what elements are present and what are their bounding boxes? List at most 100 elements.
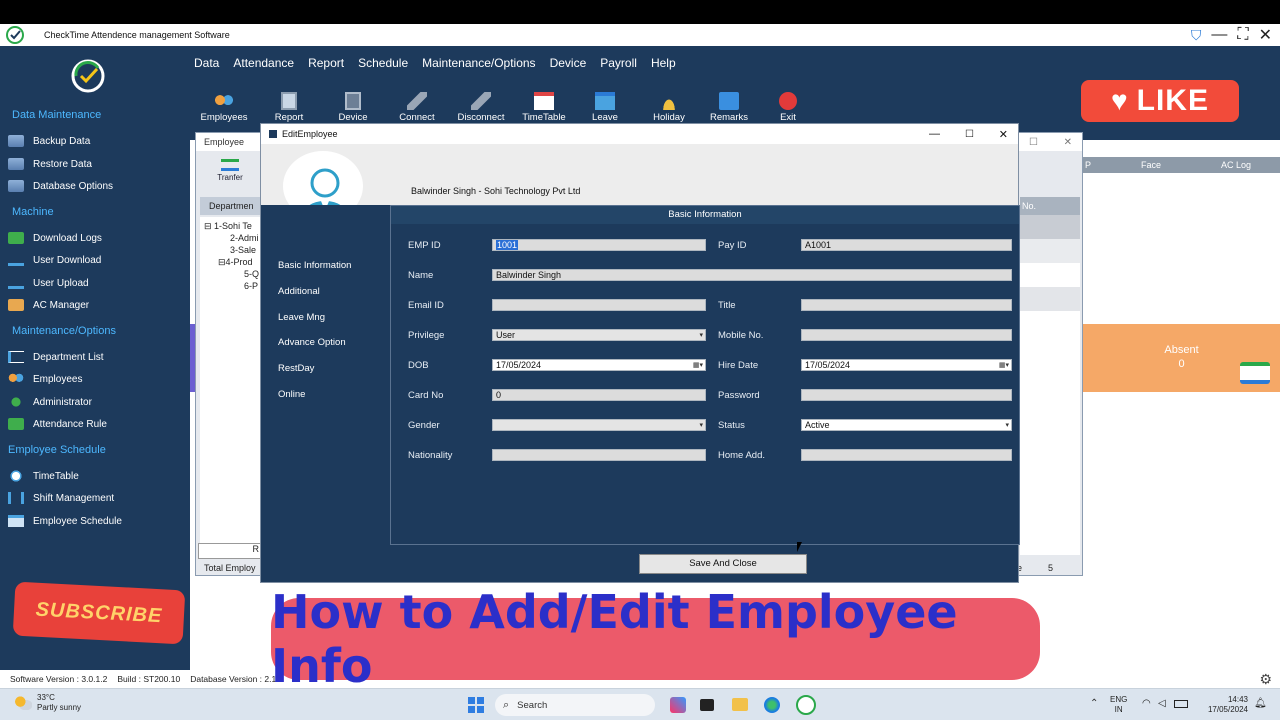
nav-advance-option[interactable]: Advance Option <box>278 337 346 348</box>
hire-date-picker[interactable]: 17/05/2024 ▦▾ <box>801 359 1012 371</box>
nav-basic-information[interactable]: Basic Information <box>278 260 351 271</box>
menu-schedule[interactable]: Schedule <box>358 56 408 70</box>
file-explorer-icon[interactable] <box>732 698 748 711</box>
tree-item[interactable]: 6-P <box>244 281 258 291</box>
nav-additional[interactable]: Additional <box>278 286 320 297</box>
employee-window-maximize-button[interactable]: ☐ <box>1029 137 1038 148</box>
menu-report[interactable]: Report <box>308 56 344 70</box>
taskbar-app-icon[interactable] <box>700 699 714 711</box>
tree-item[interactable]: 3-Sale <box>230 245 256 255</box>
mobile-field[interactable] <box>801 329 1012 341</box>
sidebar-item-attendance-rule[interactable]: Attendance Rule <box>8 415 107 433</box>
grid-row <box>1020 311 1080 335</box>
menu-device[interactable]: Device <box>550 56 587 70</box>
status-select[interactable]: Active ▾ <box>801 419 1012 431</box>
toolbar-connect-button[interactable]: Connect <box>380 92 454 126</box>
calendar-dropdown-icon[interactable]: ▦▾ <box>693 360 703 371</box>
volume-icon[interactable]: ◁ <box>1158 698 1166 709</box>
section-maintenance-options: Maintenance/Options <box>12 325 116 337</box>
sidebar-item-backup-data[interactable]: Backup Data <box>8 132 90 150</box>
toolbar-timetable-button[interactable]: TimeTable <box>508 92 580 126</box>
toolbar-report-button[interactable]: Report <box>252 92 326 126</box>
shield-icon[interactable]: ⛉ <box>1191 27 1202 44</box>
pay-id-field[interactable]: A1001 <box>801 239 1012 251</box>
toolbar-label: Device <box>338 112 368 123</box>
toolbar-device-button[interactable]: Device <box>326 92 380 126</box>
chevron-up-icon[interactable]: ⌃ <box>1090 698 1098 709</box>
sidebar-item-user-download[interactable]: User Download <box>8 251 101 269</box>
sidebar-item-administrator[interactable]: Administrator <box>8 393 92 411</box>
nav-restday[interactable]: RestDay <box>278 363 314 374</box>
tree-item[interactable]: ⊟4-Prod <box>218 257 253 268</box>
nav-online[interactable]: Online <box>278 389 305 400</box>
tree-item[interactable]: 5-Q <box>244 269 259 279</box>
card-no-field[interactable]: 0 <box>492 389 706 401</box>
menu-payroll[interactable]: Payroll <box>600 56 637 70</box>
battery-icon[interactable] <box>1174 700 1188 708</box>
clock[interactable]: 14:43 17/05/2024 <box>1200 695 1248 715</box>
toolbar-remarks-button[interactable]: Remarks <box>708 92 750 126</box>
refresh-swap-icon[interactable] <box>1240 362 1270 384</box>
employee-window-close-button[interactable]: ✕ <box>1064 137 1072 148</box>
wifi-icon[interactable]: ◠ <box>1142 698 1151 709</box>
gender-select[interactable]: ▾ <box>492 419 706 431</box>
dialog-title: EditEmployee <box>282 129 338 139</box>
maximize-button[interactable]: ⛶ <box>1237 26 1248 44</box>
save-and-close-button[interactable]: Save And Close <box>639 554 807 574</box>
edge-browser-icon[interactable] <box>764 697 780 713</box>
sidebar-item-ac-manager[interactable]: AC Manager <box>8 296 89 314</box>
taskbar-search[interactable]: ⌕ Search <box>495 694 655 716</box>
settings-gear-icon[interactable]: ⚙ <box>1259 671 1272 688</box>
dob-date-picker[interactable]: 17/05/2024 ▦▾ <box>492 359 706 371</box>
toolbar-exit-button[interactable]: Exit <box>750 92 826 126</box>
sidebar-item-user-upload[interactable]: User Upload <box>8 274 89 292</box>
tree-item[interactable]: 2-Admi <box>230 233 259 243</box>
toolbar-leave-button[interactable]: Leave <box>580 92 630 126</box>
password-field[interactable] <box>801 389 1012 401</box>
card-no-label: Card No <box>408 390 444 401</box>
sidebar-item-database-options[interactable]: Database Options <box>8 177 113 195</box>
language-indicator[interactable]: ENG IN <box>1110 695 1127 715</box>
privilege-select[interactable]: User ▾ <box>492 329 706 341</box>
dob-value: 17/05/2024 <box>496 360 542 370</box>
dialog-close-button[interactable]: ✕ <box>999 128 1008 141</box>
menu-attendance[interactable]: Attendance <box>233 56 294 70</box>
sidebar-item-timetable[interactable]: TimeTable <box>8 467 79 485</box>
sidebar-item-shift-management[interactable]: Shift Management <box>8 489 114 507</box>
title-field[interactable] <box>801 299 1012 311</box>
menu-maintenance-options[interactable]: Maintenance/Options <box>422 56 535 70</box>
start-button[interactable] <box>468 697 484 713</box>
toolbar-disconnect-button[interactable]: Disconnect <box>454 92 508 126</box>
tree-item[interactable]: ⊟ 1-Sohi Te <box>204 221 252 232</box>
close-button[interactable]: ✕ <box>1259 25 1272 45</box>
weather-widget[interactable]: 33°C Partly sunny <box>14 693 81 713</box>
menu-help[interactable]: Help <box>651 56 676 70</box>
taskbar-app-icon[interactable] <box>670 697 686 713</box>
toolbar-holiday-button[interactable]: Holiday <box>630 92 708 126</box>
sidebar-item-employees[interactable]: Employees <box>8 370 82 388</box>
sidebar-item-restore-data[interactable]: Restore Data <box>8 155 92 173</box>
sidebar-item-employee-schedule[interactable]: Employee Schedule <box>8 512 122 530</box>
nationality-field[interactable] <box>492 449 706 461</box>
tranfer-button[interactable]: Tranfer <box>212 159 248 182</box>
dialog-maximize-button[interactable]: ☐ <box>965 129 974 140</box>
toolbar-employees-button[interactable]: Employees <box>196 92 252 126</box>
sidebar-item-label: Department List <box>33 351 104 363</box>
minimize-button[interactable]: — <box>1211 26 1227 44</box>
sidebar-item-download-logs[interactable]: Download Logs <box>8 229 102 247</box>
name-field[interactable]: Balwinder Singh <box>492 269 1012 281</box>
database-options-icon <box>8 180 24 192</box>
absent-label: Absent <box>1164 344 1199 356</box>
report-icon <box>281 92 297 110</box>
nav-leave-mng[interactable]: Leave Mng <box>278 312 325 323</box>
calendar-dropdown-icon[interactable]: ▦▾ <box>999 360 1009 371</box>
home-address-field[interactable] <box>801 449 1012 461</box>
emp-id-field[interactable]: 1001 <box>492 239 706 251</box>
email-field[interactable] <box>492 299 706 311</box>
menu-data[interactable]: Data <box>194 56 219 70</box>
dialog-minimize-button[interactable]: — <box>929 128 940 140</box>
refresh-button[interactable]: R <box>198 543 264 559</box>
sidebar-item-department-list[interactable]: Department List <box>8 348 104 366</box>
notification-bell-icon[interactable]: 🔔︎ <box>1254 698 1267 709</box>
checktime-taskbar-icon[interactable] <box>796 695 816 715</box>
